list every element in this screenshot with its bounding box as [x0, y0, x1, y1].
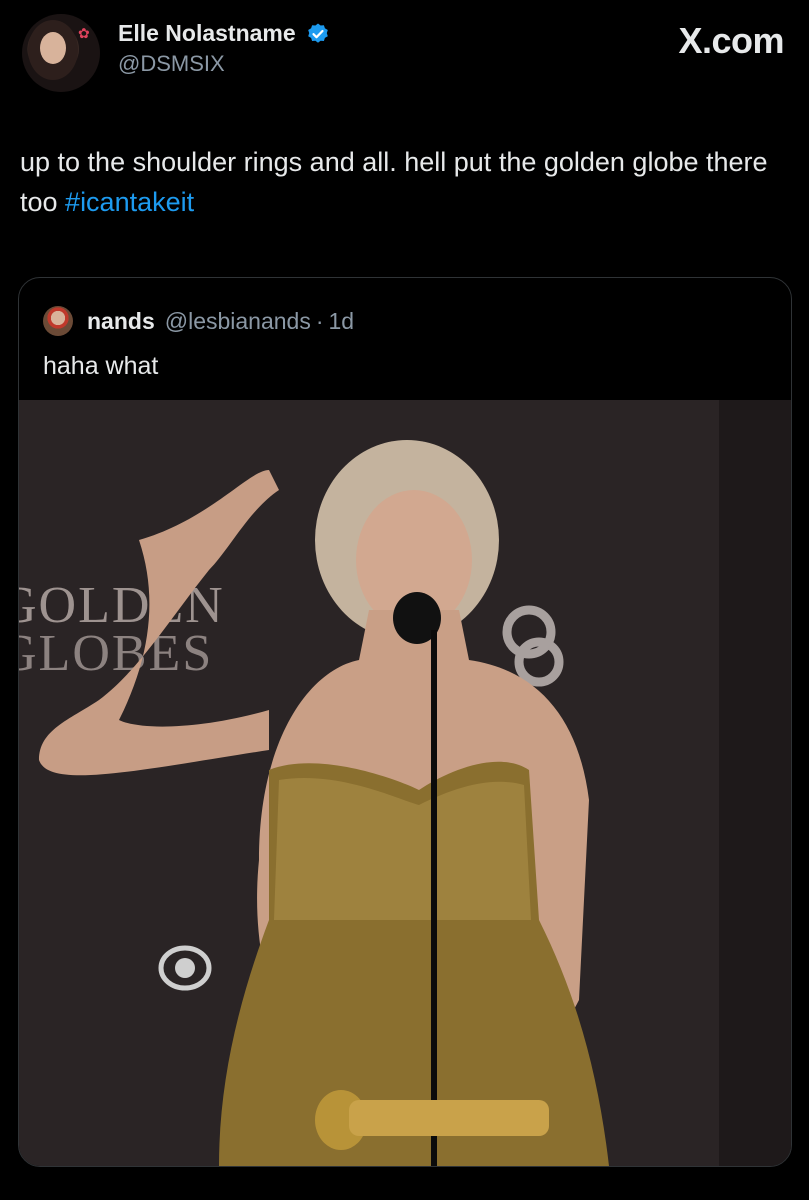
author-avatar[interactable]: ✿: [22, 14, 100, 92]
quoted-author-name[interactable]: nands: [87, 308, 155, 335]
media-photo: GOLDEN GLOBES: [19, 400, 791, 1166]
separator-dot: ·: [315, 307, 324, 334]
quoted-timestamp[interactable]: 1d: [329, 308, 355, 335]
quoted-tweet-header: nands @lesbianands · 1d: [43, 304, 354, 338]
author-info: Elle Nolastname @DSMSIX: [118, 20, 330, 77]
avatar-sticker-icon: ✿: [78, 25, 90, 41]
avatar-face: [40, 32, 66, 64]
quoted-author-handle[interactable]: @lesbianands: [165, 308, 311, 335]
verified-badge-icon: [306, 22, 330, 46]
tweet-header: ✿ Elle Nolastname @DSMSIX X.com: [22, 14, 792, 96]
quoted-tweet-text: haha what: [43, 352, 159, 380]
author-display-name[interactable]: Elle Nolastname: [118, 20, 296, 47]
tweet-text: up to the shoulder rings and all. hell p…: [20, 142, 790, 222]
site-logo: X.com: [678, 20, 784, 61]
author-handle[interactable]: @DSMSIX: [118, 51, 330, 77]
backdrop-text-globes: GLOBES: [19, 625, 213, 682]
quoted-author-avatar[interactable]: [43, 306, 73, 336]
hashtag-link[interactable]: #icantakeit: [65, 187, 194, 217]
quoted-tweet[interactable]: nands @lesbianands · 1d haha what GOLDEN…: [18, 277, 792, 1167]
quoted-tweet-media[interactable]: GOLDEN GLOBES: [19, 400, 791, 1166]
